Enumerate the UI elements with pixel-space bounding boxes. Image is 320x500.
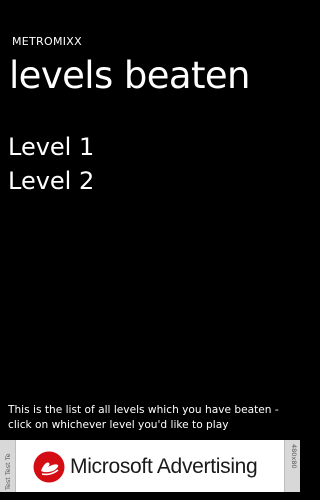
- page-title: levels beaten: [9, 54, 250, 97]
- app-title: METROMIXX: [12, 35, 82, 48]
- instructions-text: This is the list of all levels which you…: [8, 404, 279, 431]
- ad-banner[interactable]: Test Test Te Microsoft Advertising 480x8…: [0, 440, 300, 492]
- levels-list: Level 1 Level 2: [8, 130, 288, 198]
- ad-size-label: 480x80: [290, 444, 298, 469]
- ad-size-strip: 480x80: [284, 440, 300, 492]
- level-item-2[interactable]: Level 2: [8, 164, 288, 198]
- level-item-1[interactable]: Level 1: [8, 130, 288, 164]
- ad-test-strip: Test Test Te: [0, 440, 16, 492]
- ad-brand-text: Microsoft Advertising: [70, 455, 258, 478]
- microsoft-advertising-logo-icon: [33, 451, 65, 483]
- ad-test-label: Test Test Te: [4, 453, 12, 490]
